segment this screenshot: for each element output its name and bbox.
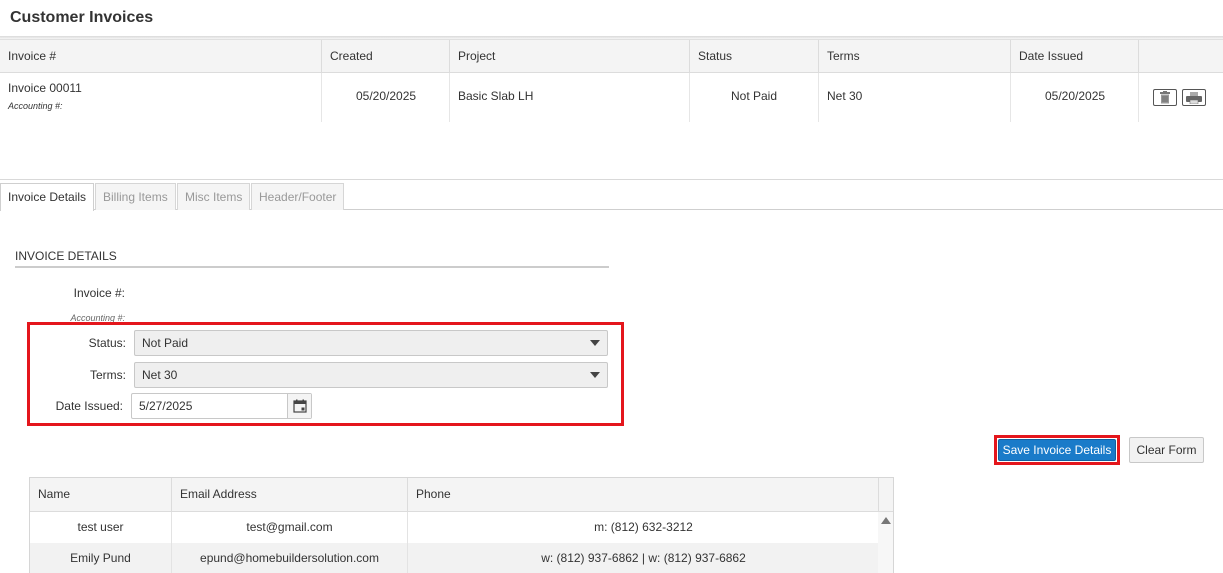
- date-issued-input[interactable]: 5/27/2025: [131, 393, 312, 419]
- col-actions: [1139, 40, 1223, 73]
- col-terms[interactable]: Terms: [819, 40, 1011, 73]
- detail-tabs: Invoice Details Billing Items Misc Items…: [0, 183, 1223, 211]
- col-project[interactable]: Project: [450, 40, 690, 73]
- print-button[interactable]: [1182, 89, 1206, 106]
- accounting-number: Accounting #:: [8, 101, 63, 111]
- tab-misc-items[interactable]: Misc Items: [177, 183, 251, 210]
- date-issued-cell: 05/20/2025: [1011, 73, 1139, 122]
- calendar-button[interactable]: [287, 394, 311, 418]
- section-title: INVOICE DETAILS: [15, 249, 609, 268]
- page-title: Customer Invoices: [10, 9, 154, 26]
- scrollbar[interactable]: [878, 512, 893, 573]
- date-issued-label: Date Issued:: [55, 399, 123, 413]
- terms-label: Terms:: [90, 368, 126, 382]
- chevron-down-icon: [590, 340, 600, 346]
- tab-invoice-details[interactable]: Invoice Details: [0, 183, 95, 211]
- table-row[interactable]: test user test@gmail.com m: (812) 632-32…: [30, 512, 879, 543]
- contacts-table: Name Email Address Phone test user test@…: [29, 477, 894, 573]
- date-issued-value: 05/20/2025: [1045, 89, 1106, 103]
- table-row[interactable]: Invoice 00011 Accounting #: 05/20/2025 B…: [0, 73, 1223, 122]
- terms-cell: Net 30: [819, 73, 1011, 122]
- col-invoice-number[interactable]: Invoice #: [0, 40, 322, 73]
- invoice-number: Invoice 00011: [8, 81, 82, 95]
- calendar-icon: [292, 399, 307, 413]
- contact-email: test@gmail.com: [172, 512, 408, 543]
- invoice-grid-header: Invoice # Created Project Status Terms D…: [0, 39, 1223, 73]
- tab-billing-items[interactable]: Billing Items: [95, 183, 176, 210]
- status-select-value: Not Paid: [142, 336, 189, 350]
- col-status[interactable]: Status: [690, 40, 819, 73]
- project-cell: Basic Slab LH: [450, 73, 690, 122]
- save-invoice-details-button[interactable]: Save Invoice Details: [998, 439, 1116, 461]
- col-phone[interactable]: Phone: [408, 478, 879, 511]
- delete-button[interactable]: [1153, 89, 1177, 106]
- contact-phone: m: (812) 632-3212: [594, 520, 693, 534]
- clear-form-button[interactable]: Clear Form: [1129, 437, 1204, 463]
- col-email[interactable]: Email Address: [172, 478, 408, 511]
- table-row[interactable]: Emily Pund epund@homebuildersolution.com…: [30, 543, 879, 573]
- terms-value: Net 30: [827, 89, 863, 103]
- date-issued-input-value: 5/27/2025: [139, 399, 193, 413]
- invoice-number-label: Invoice #:: [73, 286, 125, 300]
- col-date-issued[interactable]: Date Issued: [1011, 40, 1139, 73]
- contacts-header: Name Email Address Phone: [30, 478, 893, 512]
- tab-header-footer[interactable]: Header/Footer: [251, 183, 345, 210]
- status-value: Not Paid: [731, 89, 778, 103]
- status-cell: Not Paid: [690, 73, 819, 122]
- contact-email: epund@homebuildersolution.com: [172, 543, 408, 573]
- terms-select[interactable]: Net 30: [134, 362, 608, 388]
- contact-name: test user: [30, 512, 172, 543]
- actions-cell: [1139, 73, 1223, 122]
- status-label: Status:: [88, 336, 126, 350]
- terms-select-value: Net 30: [142, 368, 178, 382]
- invoice-cell: Invoice 00011 Accounting #:: [0, 73, 322, 122]
- chevron-down-icon: [590, 372, 600, 378]
- col-created[interactable]: Created: [322, 40, 450, 73]
- trash-icon: [1160, 91, 1170, 104]
- printer-icon: [1186, 91, 1202, 104]
- contact-name: Emily Pund: [30, 543, 172, 573]
- col-name[interactable]: Name: [30, 478, 172, 511]
- created-cell: 05/20/2025: [322, 73, 450, 122]
- created-date: 05/20/2025: [356, 89, 417, 103]
- col-scroll-spacer: [879, 478, 893, 511]
- status-select[interactable]: Not Paid: [134, 330, 608, 356]
- project-name: Basic Slab LH: [458, 89, 534, 103]
- invoice-grid: Invoice # Created Project Status Terms D…: [0, 39, 1223, 180]
- contact-phone: w: (812) 937-6862 | w: (812) 937-6862: [541, 551, 746, 565]
- scroll-up-icon[interactable]: [881, 517, 891, 524]
